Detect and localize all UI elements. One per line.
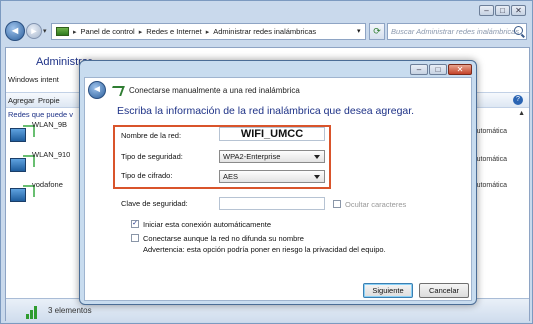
address-row: ◄ ► ▾ ▸ Panel de control ▸ Redes e Inter… — [1, 19, 532, 45]
maximize-button[interactable]: □ — [495, 5, 510, 16]
chevron-right-icon: ▸ — [205, 28, 210, 36]
encryption-type-value: AES — [223, 172, 239, 181]
breadcrumb-item[interactable]: Redes e Internet — [146, 27, 201, 36]
security-type-select[interactable]: WPA2-Enterprise — [219, 150, 325, 163]
minimize-button[interactable]: – — [479, 5, 494, 16]
hidden-network-label: Conectarse aunque la red no difunda su n… — [143, 234, 304, 243]
chevron-down-icon — [314, 155, 320, 159]
chevron-right-icon: ▸ — [138, 28, 143, 36]
dialog-title: Conectarse manualmente a una red inalámb… — [129, 86, 300, 95]
wireless-network-icon — [109, 86, 125, 96]
add-button[interactable]: Agregar — [8, 96, 35, 105]
dialog-window-controls: – □ ✕ — [410, 64, 472, 75]
connection-mode: automática — [472, 128, 507, 135]
auto-connect-label: Iniciar esta conexión automáticamente — [143, 220, 271, 229]
security-key-label: Clave de seguridad: — [121, 199, 188, 208]
control-panel-icon — [56, 27, 69, 36]
page-subtext: Windows intent — [8, 75, 59, 84]
hide-chars-label: Ocultar caracteres — [345, 200, 407, 209]
connection-mode: automática — [472, 156, 507, 163]
window-controls: – □ ✕ — [479, 5, 526, 16]
back-icon[interactable]: ◄ — [5, 21, 25, 41]
cancel-button[interactable]: Cancelar — [419, 283, 469, 298]
chevron-down-icon — [314, 175, 320, 179]
close-button[interactable]: ✕ — [448, 64, 472, 75]
scroll-up-icon[interactable]: ▲ — [518, 110, 525, 117]
network-name-label: Nombre de la red: — [121, 131, 182, 140]
search-placeholder: Buscar Administrar redes inalámbricas — [391, 27, 520, 36]
help-icon[interactable]: ? — [513, 95, 523, 105]
wireless-network-icon — [10, 188, 26, 202]
instruction-text: Escriba la información de la red inalámb… — [117, 105, 415, 117]
chevron-right-icon: ▸ — [73, 28, 77, 36]
security-type-value: WPA2-Enterprise — [223, 152, 281, 161]
hidden-network-checkbox[interactable] — [131, 234, 139, 242]
list-item[interactable]: WLAN_9B — [8, 120, 80, 146]
encryption-type-label: Tipo de cifrado: — [121, 171, 173, 180]
minimize-button[interactable]: – — [410, 64, 428, 75]
network-name: vodafone — [32, 180, 63, 189]
list-item[interactable]: vodafone — [8, 180, 80, 206]
network-name-field[interactable]: WIFI_UMCC — [219, 127, 325, 141]
next-button[interactable]: Siguiente — [363, 283, 413, 298]
forward-icon[interactable]: ► — [26, 23, 42, 39]
search-input[interactable]: Buscar Administrar redes inalámbricas — [387, 23, 527, 40]
breadcrumb-item[interactable]: Panel de control — [81, 27, 135, 36]
dialog-body: Escriba la información de la red inalámb… — [84, 103, 472, 301]
address-dropdown-icon[interactable]: ▾ — [357, 27, 361, 35]
security-type-label: Tipo de seguridad: — [121, 152, 183, 161]
network-name: WLAN_9B — [32, 120, 68, 129]
properties-button[interactable]: Propie — [38, 96, 60, 105]
list-item[interactable]: WLAN_910 — [8, 150, 80, 176]
auto-connect-checkbox[interactable]: ✓ — [131, 220, 139, 228]
privacy-warning: Advertencia: esta opción podría poner en… — [143, 245, 386, 254]
manual-connect-dialog: – □ ✕ ◄ Conectarse manualmente a una red… — [79, 60, 477, 305]
encryption-type-select[interactable]: AES — [219, 170, 325, 183]
network-list-heading: Redes que puede v — [8, 110, 74, 119]
refresh-icon[interactable]: ⟳ — [369, 23, 385, 40]
security-key-field[interactable] — [219, 197, 325, 210]
dialog-header: ◄ Conectarse manualmente a una red inalá… — [84, 77, 472, 103]
maximize-button[interactable]: □ — [429, 64, 447, 75]
wireless-network-icon — [10, 128, 26, 142]
item-count: 3 elementos — [48, 306, 92, 315]
back-icon[interactable]: ◄ — [88, 81, 106, 99]
hide-chars-checkbox[interactable] — [333, 200, 341, 208]
breadcrumb-item[interactable]: Administrar redes inalámbricas — [213, 27, 316, 36]
connection-mode: automática — [472, 182, 507, 189]
address-bar[interactable]: ▸ Panel de control ▸ Redes e Internet ▸ … — [51, 23, 366, 40]
network-name: WLAN_910 — [32, 150, 71, 159]
wireless-network-icon — [10, 158, 26, 172]
close-button[interactable]: ✕ — [511, 5, 526, 16]
history-dropdown-icon[interactable]: ▾ — [43, 27, 47, 35]
signal-strength-icon — [26, 303, 40, 319]
search-icon[interactable] — [514, 26, 523, 35]
